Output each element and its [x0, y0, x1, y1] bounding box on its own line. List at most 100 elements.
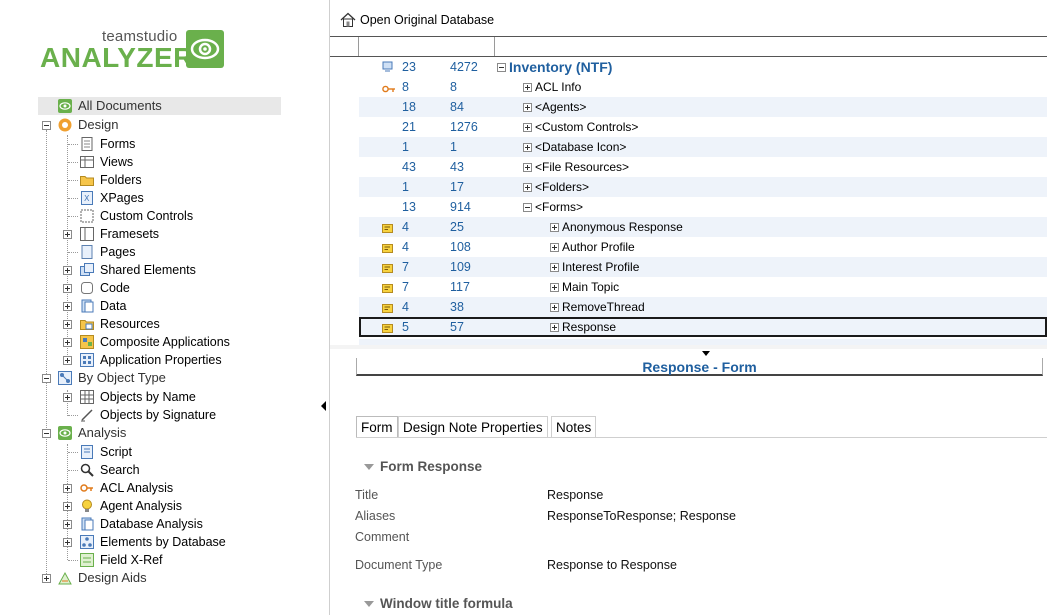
tree-item-elements-by-database[interactable]: Elements by Database	[80, 533, 226, 551]
tree-item-design[interactable]: Design	[58, 116, 118, 134]
tree-guide-line	[68, 216, 78, 217]
tree-item-objects-by-signature[interactable]: Objects by Signature	[80, 406, 216, 424]
expand-toggle[interactable]	[63, 338, 72, 347]
section-window-title-formula[interactable]: Window title formula	[364, 595, 513, 613]
expand-toggle[interactable]	[523, 103, 532, 112]
collapse-toggle[interactable]	[42, 374, 51, 383]
tree-item-analysis[interactable]: Analysis	[58, 424, 126, 442]
tab-design-note-properties[interactable]: Design Note Properties	[398, 416, 548, 438]
tree-guide-line	[46, 130, 47, 578]
expand-toggle[interactable]	[63, 320, 72, 329]
tree-item-application-properties[interactable]: Application Properties	[80, 351, 222, 369]
tree-item-design-aids[interactable]: Design Aids	[58, 569, 147, 587]
custom-control-icon	[80, 209, 94, 223]
splitter-arrow-icon[interactable]	[702, 351, 710, 356]
expand-toggle[interactable]	[523, 183, 532, 192]
tree-item-folders[interactable]: Folders	[80, 171, 142, 189]
expand-toggle[interactable]	[550, 283, 559, 292]
code-icon	[80, 281, 94, 295]
table-row[interactable]: 4 38 RemoveThread	[359, 297, 1047, 317]
table-row[interactable]: 21 1276 <Custom Controls>	[359, 117, 1047, 137]
expand-toggle[interactable]	[550, 223, 559, 232]
expand-toggle[interactable]	[63, 230, 72, 239]
expand-toggle[interactable]	[63, 266, 72, 275]
column-divider[interactable]	[494, 37, 495, 56]
size-cell: 1	[450, 140, 457, 154]
tree-item-composite-applications[interactable]: Composite Applications	[80, 333, 230, 351]
expand-toggle[interactable]	[63, 502, 72, 511]
tree-item-database-analysis[interactable]: Database Analysis	[80, 515, 203, 533]
table-row[interactable]: 23 4272 Inventory (NTF)	[359, 57, 1047, 77]
expand-toggle[interactable]	[63, 284, 72, 293]
name-cell: Interest Profile	[550, 257, 639, 277]
open-original-database-button[interactable]: Open Original Database	[338, 10, 494, 30]
name-cell: RemoveThread	[550, 297, 645, 317]
tree-item-data[interactable]: Data	[80, 297, 126, 315]
table-row[interactable]: 13 914 <Forms>	[359, 197, 1047, 217]
table-row[interactable]: 8 8 ACL Info	[359, 77, 1047, 97]
tree-item-framesets[interactable]: Framesets	[80, 225, 159, 243]
expand-toggle[interactable]	[523, 123, 532, 132]
collapse-toggle[interactable]	[42, 429, 51, 438]
tree-item-shared-elements[interactable]: Shared Elements	[80, 261, 196, 279]
tree-item-agent-analysis[interactable]: Agent Analysis	[80, 497, 182, 515]
tree-item-pages[interactable]: Pages	[80, 243, 135, 261]
expand-toggle[interactable]	[523, 163, 532, 172]
tree-label: Objects by Name	[100, 390, 196, 404]
table-row[interactable]: 4 25 Anonymous Response	[359, 217, 1047, 237]
tree-item-acl-analysis[interactable]: ACL Analysis	[80, 479, 173, 497]
collapse-pane-arrow-icon[interactable]	[321, 401, 326, 411]
table-row-selected[interactable]: 5 57 Response	[359, 317, 1047, 337]
section-title: Form Response	[380, 459, 483, 474]
tree-item-field-xref[interactable]: Field X-Ref	[80, 551, 163, 569]
table-row[interactable]: 4 108 Author Profile	[359, 237, 1047, 257]
tree-label: Agent Analysis	[100, 499, 182, 513]
tab-notes[interactable]: Notes	[551, 416, 597, 438]
row-label: Anonymous Response	[562, 220, 683, 234]
tree-item-by-object-type[interactable]: By Object Type	[58, 369, 166, 387]
collapse-toggle[interactable]	[497, 63, 506, 72]
expand-toggle[interactable]	[523, 143, 532, 152]
row-label: Response	[562, 320, 617, 334]
section-title: Window title formula	[380, 596, 513, 611]
tree-item-resources[interactable]: Resources	[80, 315, 160, 333]
tree-label: Code	[100, 281, 130, 295]
composite-app-icon	[80, 335, 94, 349]
tree-item-custom-controls[interactable]: Custom Controls	[80, 207, 193, 225]
section-form-response[interactable]: Form Response	[364, 458, 482, 476]
expand-toggle[interactable]	[550, 303, 559, 312]
expand-toggle[interactable]	[63, 538, 72, 547]
expand-toggle[interactable]	[63, 302, 72, 311]
expand-toggle[interactable]	[523, 83, 532, 92]
expand-toggle[interactable]	[63, 393, 72, 402]
table-row[interactable]: 1 1 <Database Icon>	[359, 137, 1047, 157]
table-row[interactable]: 43 43 <File Resources>	[359, 157, 1047, 177]
tree-item-code[interactable]: Code	[80, 279, 130, 297]
tree-item-forms[interactable]: Forms	[80, 135, 135, 153]
expand-toggle[interactable]	[550, 243, 559, 252]
table-row[interactable]: 7 117 Main Topic	[359, 277, 1047, 297]
table-row[interactable]: 1 17 <Folders>	[359, 177, 1047, 197]
tree-item-search[interactable]: Search	[80, 461, 140, 479]
collapse-toggle[interactable]	[523, 203, 532, 212]
column-divider[interactable]	[358, 37, 359, 56]
tab-form[interactable]: Form	[356, 416, 398, 438]
page-icon	[80, 245, 94, 259]
count-cell: 1	[402, 140, 409, 154]
tree-item-script[interactable]: Script	[80, 443, 132, 461]
expand-toggle[interactable]	[42, 574, 51, 583]
table-row[interactable]: 7 109 Interest Profile	[359, 257, 1047, 277]
expand-toggle[interactable]	[63, 356, 72, 365]
expand-toggle[interactable]	[63, 520, 72, 529]
expand-toggle[interactable]	[63, 484, 72, 493]
collapse-toggle[interactable]	[42, 121, 51, 130]
table-row[interactable]: 18 84 <Agents>	[359, 97, 1047, 117]
splitter-bar[interactable]	[330, 345, 1047, 349]
tree-guide-line	[68, 415, 78, 416]
expand-toggle[interactable]	[550, 263, 559, 272]
tree-item-all-documents[interactable]: All Documents	[58, 97, 162, 115]
tree-item-xpages[interactable]: X XPages	[80, 189, 144, 207]
tree-item-objects-by-name[interactable]: Objects by Name	[80, 388, 196, 406]
expand-toggle[interactable]	[550, 323, 559, 332]
tree-item-views[interactable]: Views	[80, 153, 133, 171]
